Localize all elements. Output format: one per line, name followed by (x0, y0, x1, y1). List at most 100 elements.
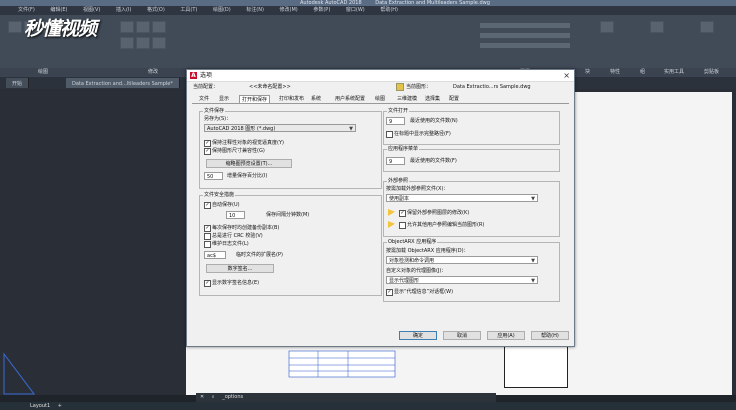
log-checkbox[interactable] (204, 241, 211, 248)
panel-utilities[interactable]: 实用工具 (664, 68, 684, 76)
chevron-down-icon: ▼ (531, 258, 535, 264)
layout-tab-bar: Layout1 + (0, 402, 736, 410)
profile-value: <<未命名配置>> (249, 84, 291, 90)
app-recent-input[interactable]: 9 (386, 157, 405, 165)
drawing-label: 当前图形： (406, 84, 432, 90)
tab-start[interactable]: 开始 (6, 78, 30, 88)
tab-3d-modeling[interactable]: 三维建模 (395, 95, 419, 103)
panel-block[interactable]: 块 (585, 68, 590, 76)
saveas-select[interactable]: AutoCAD 2018 图形 (*.dwg) ▼ (204, 124, 356, 132)
temp-ext-input[interactable]: ac$ (204, 251, 226, 259)
close-icon[interactable]: × (563, 70, 570, 81)
menu-window[interactable]: 窗口(W) (346, 7, 365, 13)
panel-modify[interactable]: 修改 (148, 68, 158, 76)
saveas-label: 另存为(S)： (204, 116, 232, 122)
menu-modify[interactable]: 修改(M) (280, 7, 298, 13)
panel-properties[interactable]: 特性 (610, 68, 620, 76)
proxy-label: 自定义对象的代理图像(J)： (386, 268, 447, 274)
menu-view[interactable]: 视图(V) (83, 7, 100, 13)
tab-layout1[interactable]: Layout1 (30, 403, 50, 409)
panel-clipboard[interactable]: 剪贴板 (704, 68, 719, 76)
mirror-tool-icon[interactable] (136, 37, 150, 49)
arx-load-select[interactable]: 对象检测和命令调用 ▼ (386, 256, 538, 264)
menu-format[interactable]: 格式(O) (147, 7, 165, 13)
menu-bar: 文件(F) 编辑(E) 视图(V) 插入(I) 格式(O) 工具(T) 绘图(D… (0, 6, 736, 15)
recent-files-input[interactable]: 9 (386, 117, 405, 125)
tab-drafting[interactable]: 绘图 (373, 95, 387, 103)
menu-file[interactable]: 文件(F) (18, 7, 35, 13)
recent-files-label: 最近使用的文件数(N) (410, 118, 458, 124)
keep-annot-label: 保持注释性对象的视觉逼真度(Y) (212, 140, 284, 146)
panel-draw[interactable]: 绘图 (38, 68, 48, 76)
digital-signatures-button[interactable]: 数字签名... (206, 264, 274, 273)
autosave-checkbox[interactable]: ✓ (204, 202, 211, 209)
menu-tools[interactable]: 工具(T) (180, 7, 197, 13)
allow-edit-checkbox[interactable] (399, 222, 406, 229)
menu-insert[interactable]: 插入(I) (116, 7, 131, 13)
menu-parametric[interactable]: 参数(P) (313, 7, 330, 13)
measure-tool-icon[interactable] (650, 21, 664, 33)
proxy-info-checkbox[interactable]: ✓ (386, 289, 393, 296)
command-text: _options (222, 394, 244, 400)
rotate-tool-icon[interactable] (136, 21, 150, 33)
backup-checkbox[interactable]: ✓ (204, 225, 211, 232)
panel-groups[interactable]: 组 (640, 68, 645, 76)
show-sign-checkbox[interactable]: ✓ (204, 280, 211, 287)
tab-user-prefs[interactable]: 用户系统配置 (333, 95, 367, 103)
move-tool-icon[interactable] (120, 21, 134, 33)
copy-tool-icon[interactable] (120, 37, 134, 49)
backup-label: 每次保存时均创建备份副本(B) (212, 225, 280, 231)
help-button[interactable]: 帮助(H) (531, 331, 569, 340)
keep-xref-layers-label: 保留外部参照图层的修改(K) (407, 210, 470, 216)
drawing-value: Data Extractio...rs Sample.dwg (453, 84, 531, 90)
tab-files[interactable]: 文件 (197, 95, 211, 103)
profile-label: 当前配置： (193, 84, 219, 90)
command-line[interactable]: ✕ ⌕ _options (196, 393, 496, 402)
line-tool-icon[interactable] (8, 21, 22, 33)
data-table-drawing (288, 350, 396, 378)
arx-load-value: 对象检测和命令调用 (389, 258, 435, 264)
autosave-minutes-input[interactable]: 10 (226, 211, 245, 219)
ok-button[interactable]: 确定 (399, 331, 437, 340)
apply-button[interactable]: 应用(A) (487, 331, 525, 340)
fillet-tool-icon[interactable] (152, 37, 166, 49)
triangle-drawing (3, 352, 35, 395)
layer-dropdown-2[interactable] (480, 33, 570, 38)
add-layout-icon[interactable]: + (58, 403, 62, 409)
group-tool-icon[interactable] (600, 21, 614, 33)
xref-edit-icon (388, 221, 395, 228)
tab-selection[interactable]: 选择集 (423, 95, 442, 103)
thumbnail-settings-button[interactable]: 缩略图预览设置(T)... (206, 159, 292, 168)
options-dialog: A 选项 × 当前配置： <<未命名配置>> 当前图形： Data Extrac… (186, 69, 575, 347)
crc-checkbox[interactable] (204, 233, 211, 240)
trim-tool-icon[interactable] (152, 21, 166, 33)
menu-edit[interactable]: 编辑(E) (50, 7, 67, 13)
file-save-group: 文件保存 另存为(S)： AutoCAD 2018 图形 (*.dwg) ▼ ✓ … (199, 108, 382, 189)
menu-dimension[interactable]: 标注(N) (246, 7, 264, 13)
keep-size-checkbox[interactable]: ✓ (204, 148, 211, 155)
layer-dropdown-3[interactable] (480, 43, 570, 48)
app-recent-label: 最近使用的文件数(F) (410, 158, 457, 164)
show-sign-label: 显示数字签名信息(E) (212, 280, 260, 286)
search-icon[interactable]: ⌕ (212, 394, 215, 400)
tab-display[interactable]: 显示 (217, 95, 231, 103)
incremental-save-input[interactable]: 50 (204, 172, 223, 180)
tab-system[interactable]: 系统 (309, 95, 323, 103)
layer-dropdown[interactable] (480, 23, 570, 28)
menu-help[interactable]: 帮助(H) (380, 7, 398, 13)
tab-plot-publish[interactable]: 打印和发布 (277, 95, 306, 103)
file-save-title: 文件保存 (203, 108, 226, 114)
cancel-button[interactable]: 取消 (443, 331, 481, 340)
menu-draw[interactable]: 绘图(D) (213, 7, 231, 13)
fullpath-checkbox[interactable] (386, 131, 393, 138)
close-icon[interactable]: ✕ (200, 394, 204, 400)
tab-drawing[interactable]: Data Extraction and...ltileaders Sample* (66, 78, 180, 88)
proxy-select[interactable]: 显示代理图形 ▼ (386, 276, 538, 284)
tab-profiles[interactable]: 配置 (447, 95, 461, 103)
chevron-down-icon: ▼ (531, 196, 535, 202)
paste-tool-icon[interactable] (700, 21, 714, 33)
autosave-minutes-label: 保存间隔分钟数(M) (266, 212, 310, 218)
xref-demand-select[interactable]: 使用副本 ▼ (386, 194, 538, 202)
keep-xref-layers-checkbox[interactable]: ✓ (399, 210, 406, 217)
keep-annot-checkbox[interactable]: ✓ (204, 140, 211, 147)
